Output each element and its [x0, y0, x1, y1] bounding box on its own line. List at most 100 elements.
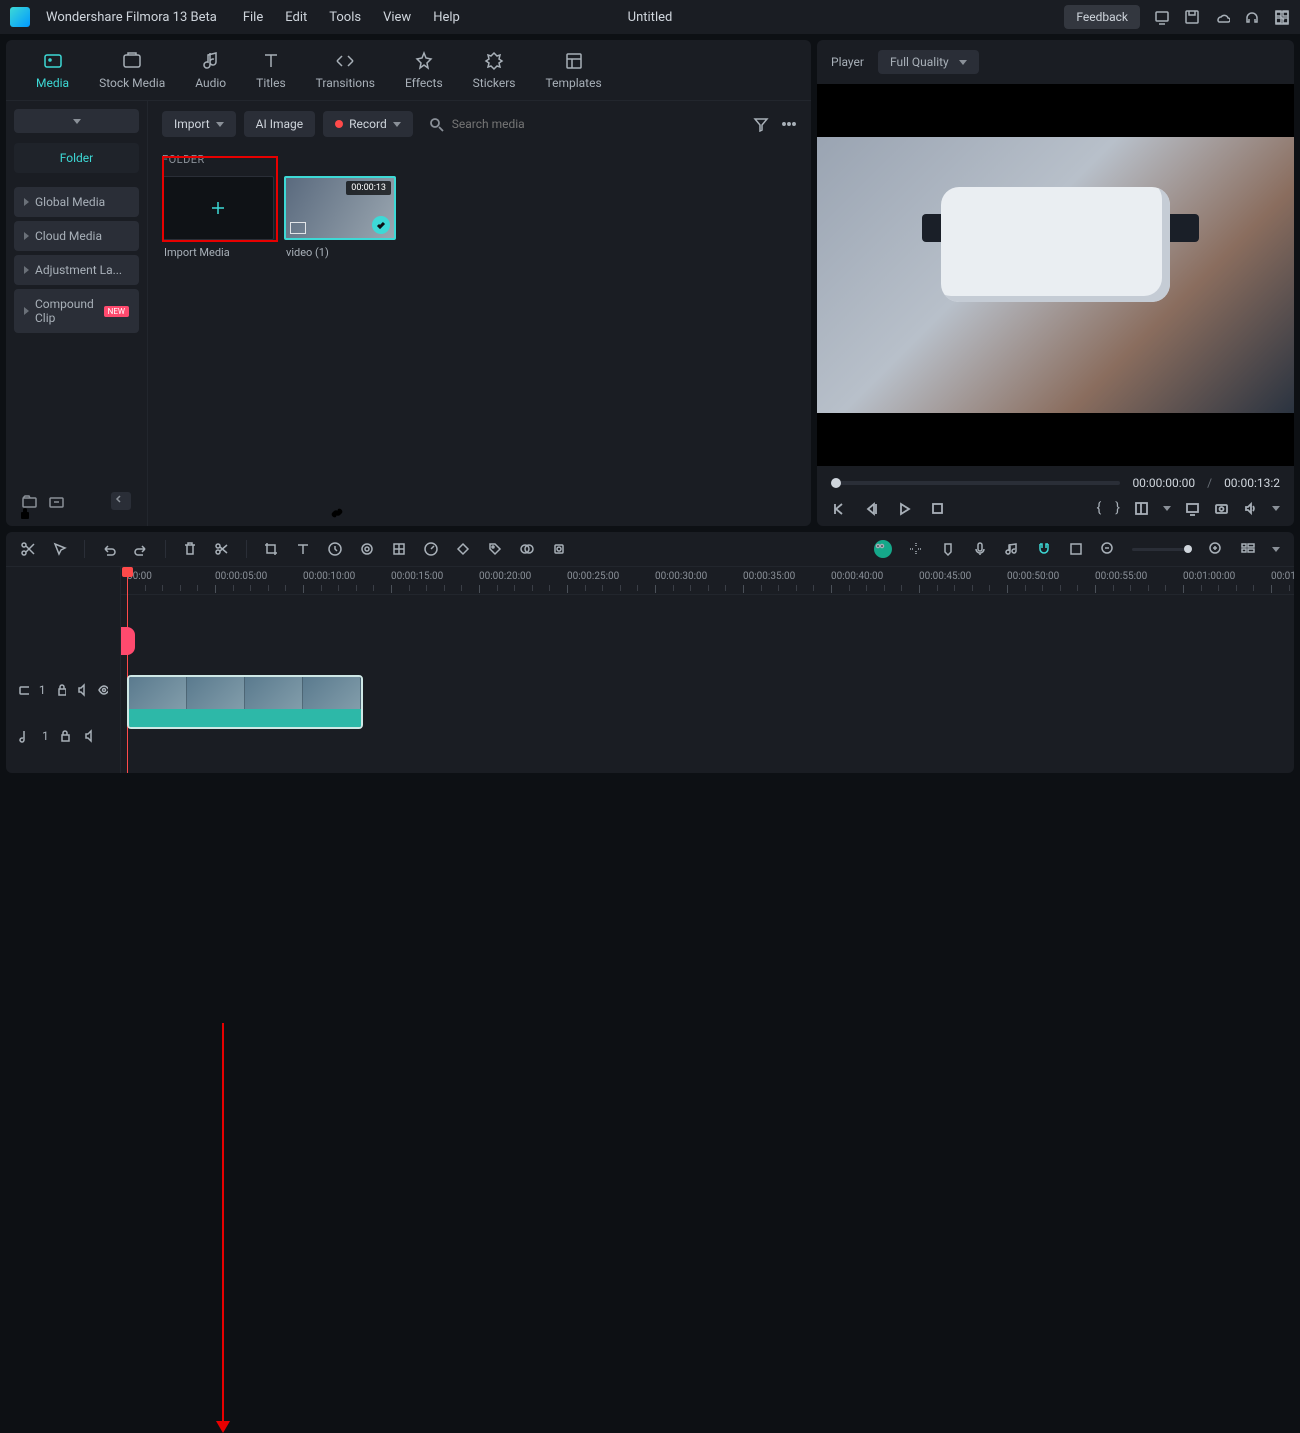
- menu-tools[interactable]: Tools: [329, 10, 361, 25]
- filter-icon[interactable]: [753, 116, 769, 132]
- import-media-label: Import Media: [162, 240, 274, 265]
- import-media-tile[interactable]: Import Media: [162, 176, 274, 265]
- zoom-slider[interactable]: [1132, 548, 1192, 551]
- layout-chevron[interactable]: [1163, 506, 1171, 511]
- sidebar-item-cloud-media[interactable]: Cloud Media: [14, 221, 139, 251]
- track-headers: 1 1: [6, 567, 121, 773]
- video-preview[interactable]: [817, 84, 1294, 466]
- document-title: Untitled: [628, 10, 673, 25]
- sidebar-item-compound-clip[interactable]: Compound ClipNEW: [14, 289, 139, 333]
- tab-stock-media[interactable]: Stock Media: [99, 50, 165, 90]
- ruler-tick: 00:00:10:00: [303, 571, 355, 582]
- main-menu: File Edit Tools View Help: [243, 10, 460, 25]
- monitor-icon[interactable]: [1154, 9, 1170, 25]
- tab-audio[interactable]: Audio: [195, 50, 226, 90]
- filmstrip-icon: [290, 222, 306, 234]
- tab-templates[interactable]: Templates: [546, 50, 602, 90]
- video-thumbnail[interactable]: 00:00:13 video (1): [284, 176, 396, 265]
- prev-frame-icon[interactable]: [831, 501, 846, 516]
- music-icon[interactable]: [1004, 541, 1020, 557]
- stop-icon[interactable]: [930, 501, 945, 516]
- cloud-icon[interactable]: [1214, 9, 1230, 25]
- search-input[interactable]: [452, 117, 737, 131]
- timeline-clip[interactable]: [127, 675, 363, 729]
- mark-in[interactable]: {: [1097, 500, 1102, 516]
- ruler-tick: 00:00:25:00: [567, 571, 619, 582]
- tab-transitions[interactable]: Transitions: [316, 50, 375, 90]
- view-chevron[interactable]: [1272, 547, 1280, 552]
- volume-chevron[interactable]: [1272, 506, 1280, 511]
- zoom-out-icon[interactable]: [1100, 541, 1116, 557]
- display-icon[interactable]: [1185, 501, 1200, 516]
- menu-edit[interactable]: Edit: [285, 10, 307, 25]
- expand-icon[interactable]: [1274, 10, 1290, 26]
- sidebar-item-global-media[interactable]: Global Media: [14, 187, 139, 217]
- region-handle[interactable]: [121, 627, 135, 655]
- record-button[interactable]: Record: [323, 111, 413, 137]
- sidebar-dropdown[interactable]: [14, 109, 139, 133]
- volume-icon[interactable]: [1243, 501, 1258, 516]
- zoom-in-icon[interactable]: [1208, 541, 1224, 557]
- timeline: 1 1 00:0000:00:05:0000:00:10:0000:00:15:…: [6, 532, 1294, 773]
- feedback-button[interactable]: Feedback: [1064, 5, 1140, 29]
- folder-section-header: FOLDER: [148, 147, 811, 172]
- audio-track-icon: [18, 729, 32, 743]
- lock-icon[interactable]: [59, 729, 73, 743]
- player-panel: Player Full Quality 00:00:00:00 / 00:00:…: [817, 40, 1294, 526]
- lock-icon[interactable]: [56, 683, 67, 697]
- eye-icon[interactable]: [97, 683, 108, 697]
- tab-media[interactable]: Media: [36, 50, 69, 90]
- mark-out[interactable]: }: [1115, 500, 1120, 516]
- layout-icon[interactable]: [1134, 501, 1149, 516]
- quality-dropdown[interactable]: Full Quality: [878, 50, 979, 74]
- new-badge: NEW: [104, 306, 129, 317]
- tab-titles[interactable]: Titles: [256, 50, 285, 90]
- frame-icon[interactable]: [1068, 541, 1084, 557]
- import-button[interactable]: Import: [162, 111, 236, 137]
- search-icon: [429, 117, 444, 132]
- scrub-bar[interactable]: [831, 481, 1120, 485]
- media-toolbar: Import AI Image Record: [148, 101, 811, 147]
- audio-track-header[interactable]: 1: [6, 713, 120, 759]
- timeline-tracks[interactable]: 00:0000:00:05:0000:00:10:0000:00:15:0000…: [121, 567, 1294, 773]
- ruler-tick: 00:00:20:00: [479, 571, 531, 582]
- ruler-tick: 00:00:45:00: [919, 571, 971, 582]
- ruler-tick: 00:00:55:00: [1095, 571, 1147, 582]
- ruler-tick: 00:00:05:00: [215, 571, 267, 582]
- snapshot-icon[interactable]: [1214, 501, 1229, 516]
- timeline-ruler[interactable]: 00:0000:00:05:0000:00:10:0000:00:15:0000…: [121, 567, 1294, 595]
- headphones-icon[interactable]: [1244, 9, 1260, 25]
- panel-tabs: Media Stock Media Audio Titles Transitio…: [6, 40, 811, 101]
- sparkle-icon[interactable]: [908, 541, 924, 557]
- check-icon: [372, 216, 390, 234]
- ruler-tick: 00:01:00:00: [1183, 571, 1235, 582]
- ai-image-button[interactable]: AI Image: [244, 111, 315, 137]
- ruler-tick: 00:01:05:00: [1271, 571, 1294, 582]
- play-backward-icon[interactable]: [864, 501, 879, 516]
- folder-header[interactable]: Folder: [14, 143, 139, 173]
- view-mode-icon[interactable]: [1240, 541, 1256, 557]
- video-track-icon: [18, 683, 29, 697]
- total-time: 00:00:13:2: [1224, 476, 1280, 490]
- playhead[interactable]: [127, 567, 128, 773]
- titlebar: Wondershare Filmora 13 Beta File Edit To…: [0, 0, 1300, 34]
- sidebar-item-adjustment-layer[interactable]: Adjustment La...: [14, 255, 139, 285]
- more-icon[interactable]: [781, 116, 797, 132]
- play-icon[interactable]: [897, 501, 912, 516]
- menu-help[interactable]: Help: [433, 10, 460, 25]
- ai-icon[interactable]: [874, 540, 892, 558]
- app-logo-icon: [10, 7, 30, 27]
- video-track-header[interactable]: 1: [6, 667, 120, 713]
- ruler-tick: 00:00:40:00: [831, 571, 883, 582]
- marker-icon[interactable]: [940, 541, 956, 557]
- media-panel: Media Stock Media Audio Titles Transitio…: [6, 40, 811, 526]
- menu-view[interactable]: View: [383, 10, 411, 25]
- mute-icon[interactable]: [83, 729, 97, 743]
- save-icon[interactable]: [1184, 9, 1200, 25]
- magnet-icon[interactable]: [1036, 541, 1052, 557]
- tab-effects[interactable]: Effects: [405, 50, 443, 90]
- tab-stickers[interactable]: Stickers: [473, 50, 516, 90]
- mic-icon[interactable]: [972, 541, 988, 557]
- menu-file[interactable]: File: [243, 10, 263, 25]
- mute-icon[interactable]: [76, 683, 87, 697]
